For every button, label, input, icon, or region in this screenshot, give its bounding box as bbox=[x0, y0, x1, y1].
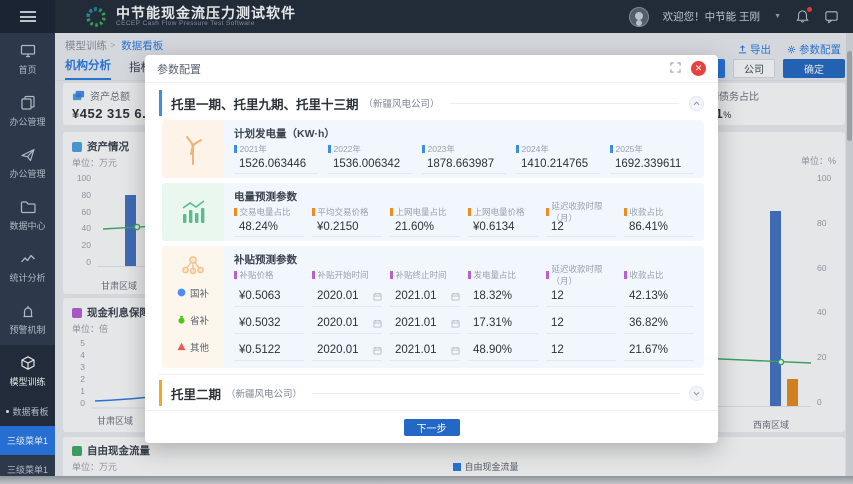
close-icon[interactable]: ✕ bbox=[691, 61, 706, 76]
power-forecast-title: 电量预测参数 bbox=[234, 189, 694, 205]
other-gen-ratio-input[interactable]: 48.90% bbox=[468, 341, 538, 361]
national-subsidy-icon bbox=[177, 288, 186, 297]
other-collect-input[interactable]: 21.67% bbox=[624, 341, 694, 361]
section2-title: 托里二期 bbox=[171, 384, 221, 403]
calendar-icon bbox=[373, 346, 382, 355]
section2-accent-bar bbox=[159, 380, 162, 406]
subsidy-row-provincial: ¥0.5032 2020.01 2021.01 17.31% 12 36.82% bbox=[234, 310, 694, 337]
bar-chart-icon bbox=[179, 198, 207, 226]
fullscreen-icon[interactable] bbox=[670, 60, 681, 78]
calendar-icon bbox=[451, 319, 460, 328]
gen-2021-input[interactable]: 1526.063446 bbox=[234, 155, 318, 174]
provincial-delay-input[interactable]: 12 bbox=[546, 314, 616, 334]
grid-ratio-input[interactable]: 21.60% bbox=[390, 218, 460, 237]
other-price-input[interactable]: ¥0.5122 bbox=[234, 341, 304, 361]
national-end-date[interactable]: 2021.01 bbox=[390, 287, 460, 307]
chevron-up-icon bbox=[693, 100, 700, 107]
subsidy-row-national: ¥0.5063 2020.01 2021.01 18.32% 12 42.13% bbox=[234, 283, 694, 310]
calendar-icon bbox=[373, 292, 382, 301]
collect-ratio-input[interactable]: 86.41% bbox=[624, 218, 694, 237]
other-start-date[interactable]: 2020.01 bbox=[312, 341, 382, 361]
modal-title: 参数配置 bbox=[157, 61, 201, 77]
section2-expand-button[interactable] bbox=[689, 386, 704, 401]
provincial-end-date[interactable]: 2021.01 bbox=[390, 314, 460, 334]
chevron-down-icon bbox=[693, 390, 700, 397]
section1-company: （新疆风电公司） bbox=[364, 96, 440, 110]
app-window: 中节能现金流压力测试软件 CECEP Cash Flow Pressure Te… bbox=[0, 0, 853, 484]
other-end-date[interactable]: 2021.01 bbox=[390, 341, 460, 361]
next-step-button[interactable]: 下一步 bbox=[404, 419, 460, 436]
grid-price-input[interactable]: ¥0.6134 bbox=[468, 218, 538, 237]
row-label-provincial: 省补 bbox=[162, 306, 224, 333]
provincial-price-input[interactable]: ¥0.5032 bbox=[234, 314, 304, 334]
subsidy-forecast-title: 补贴预测参数 bbox=[234, 252, 694, 268]
other-subsidy-icon bbox=[177, 342, 186, 351]
calendar-icon bbox=[451, 292, 460, 301]
national-start-date[interactable]: 2020.01 bbox=[312, 287, 382, 307]
national-price-input[interactable]: ¥0.5063 bbox=[234, 287, 304, 307]
calendar-icon bbox=[451, 346, 460, 355]
national-collect-input[interactable]: 42.13% bbox=[624, 287, 694, 307]
trade-ratio-input[interactable]: 48.24% bbox=[234, 218, 304, 237]
section1-header[interactable]: 托里一期、托里九期、托里十三期 （新疆风电公司） bbox=[159, 90, 704, 116]
param-config-modal: 参数配置 ✕ 托里一期、托里九期、托里十三期 （新疆风电公司） bbox=[145, 55, 718, 443]
gen-plan-panel: 计划发电量（KW·h） 2021年1526.063446 2022年1536.0… bbox=[162, 120, 704, 178]
other-delay-input[interactable]: 12 bbox=[546, 341, 616, 361]
modal-header: 参数配置 ✕ bbox=[145, 55, 718, 83]
section2-header[interactable]: 托里二期 （新疆风电公司） bbox=[159, 380, 704, 406]
section1-accent-bar bbox=[159, 90, 162, 116]
provincial-gen-ratio-input[interactable]: 17.31% bbox=[468, 314, 538, 334]
provincial-subsidy-icon bbox=[177, 315, 186, 324]
network-icon bbox=[180, 251, 206, 277]
provincial-start-date[interactable]: 2020.01 bbox=[312, 314, 382, 334]
window-bottom-edge bbox=[0, 476, 853, 484]
power-forecast-panel: 电量预测参数 交易电量占比48.24% 平均交易价格¥0.2150 上网电量占比… bbox=[162, 183, 704, 241]
scrollbar-thumb[interactable] bbox=[847, 51, 852, 141]
row-label-other: 其他 bbox=[162, 333, 224, 360]
gen-2024-input[interactable]: 1410.214765 bbox=[516, 155, 600, 174]
row-label-national: 国补 bbox=[162, 279, 224, 306]
gen-plan-title: 计划发电量（KW·h） bbox=[234, 126, 694, 142]
modal-footer: 下一步 bbox=[145, 410, 718, 443]
wind-turbine-icon bbox=[178, 132, 208, 166]
gen-2025-input[interactable]: 1692.339611 bbox=[610, 155, 694, 174]
calendar-icon bbox=[373, 319, 382, 328]
national-gen-ratio-input[interactable]: 18.32% bbox=[468, 287, 538, 307]
section2-company: （新疆风电公司） bbox=[226, 386, 302, 400]
modal-body: 托里一期、托里九期、托里十三期 （新疆风电公司） 计划发电量（K bbox=[145, 83, 718, 410]
gen-2022-input[interactable]: 1536.006342 bbox=[328, 155, 412, 174]
section1-collapse-button[interactable] bbox=[689, 96, 704, 111]
subsidy-forecast-panel: 国补 省补 其他 补贴预测参数 补贴价格 补贴开始时间 bbox=[162, 246, 704, 368]
national-delay-input[interactable]: 12 bbox=[546, 287, 616, 307]
subsidy-row-other: ¥0.5122 2020.01 2021.01 48.90% 12 21.67% bbox=[234, 337, 694, 364]
provincial-collect-input[interactable]: 36.82% bbox=[624, 314, 694, 334]
section1-title: 托里一期、托里九期、托里十三期 bbox=[171, 94, 359, 113]
avg-price-input[interactable]: ¥0.2150 bbox=[312, 218, 382, 237]
gen-2023-input[interactable]: 1878.663987 bbox=[422, 155, 506, 174]
page-scrollbar[interactable] bbox=[846, 33, 853, 476]
